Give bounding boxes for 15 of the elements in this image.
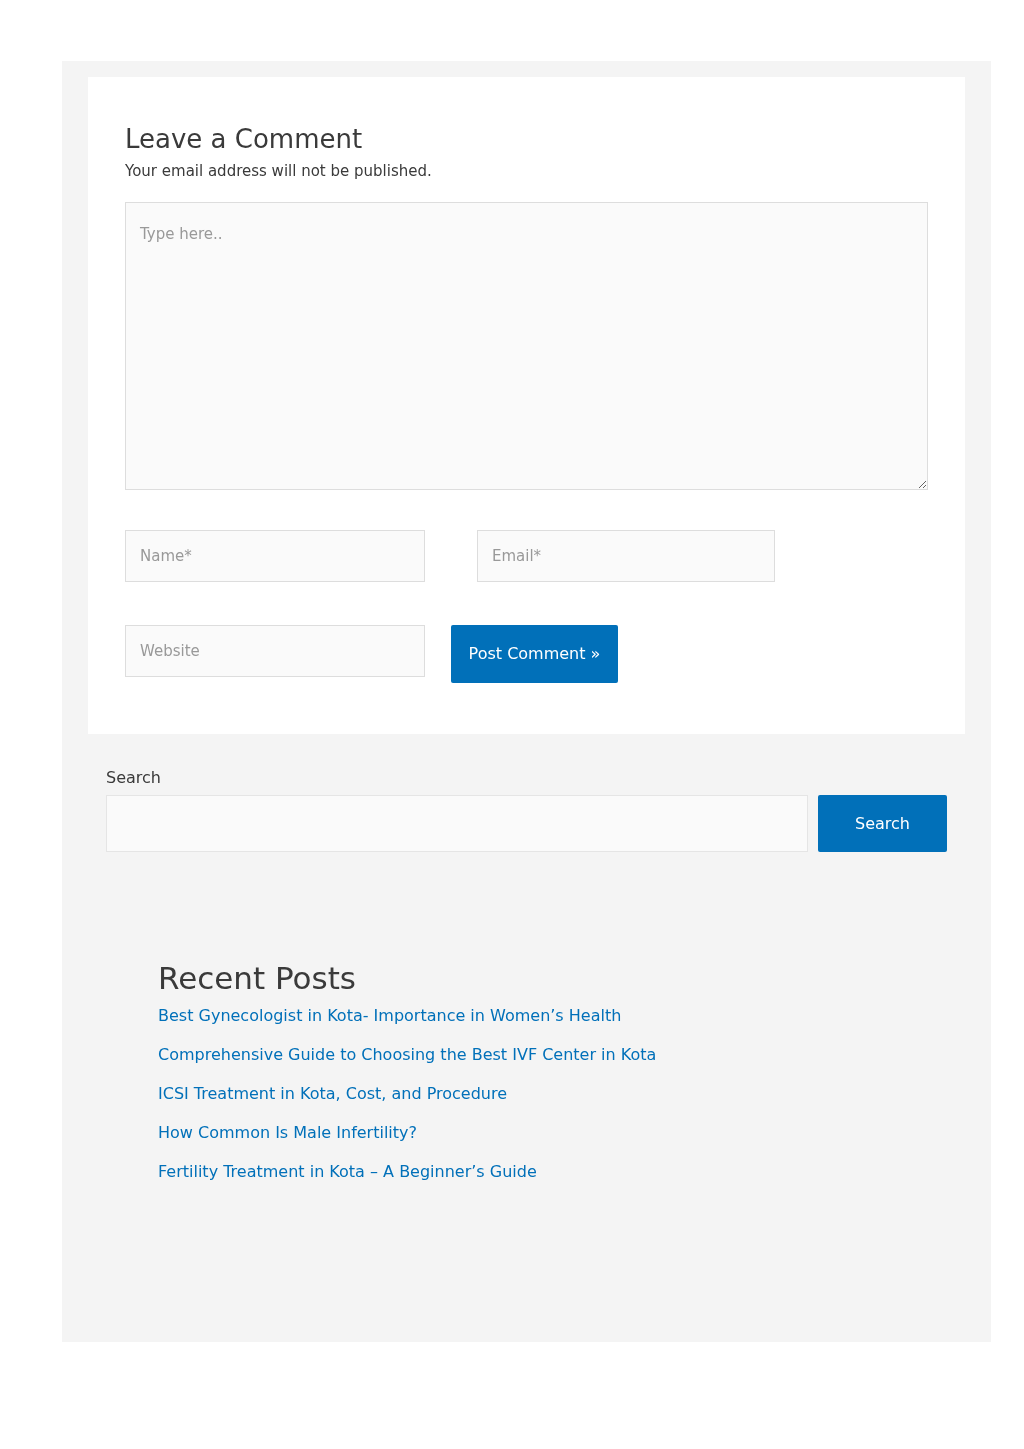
comment-field[interactable]: Type here.. <box>125 202 928 490</box>
comment-heading: Leave a Comment <box>125 123 364 156</box>
recent-posts-heading: Recent Posts <box>158 959 357 998</box>
post-link[interactable]: How Common Is Male Infertility? <box>158 1123 418 1142</box>
search-label: Search <box>106 767 162 789</box>
post-comment-button[interactable]: Post Comment » <box>451 625 618 683</box>
email-field[interactable]: Email* <box>477 530 775 582</box>
post-link[interactable]: Best Gynecologist in Kota- Importance in Women’s Health <box>158 1006 622 1025</box>
privacy-note: Your email address will not be published. <box>125 161 433 182</box>
name-field[interactable]: Name* <box>125 530 425 582</box>
post-link[interactable]: Fertility Treatment in Kota – A Beginner’s Guide <box>158 1162 537 1181</box>
search-button[interactable]: Search <box>818 795 947 852</box>
website-field[interactable]: Website <box>125 625 425 677</box>
post-link[interactable]: Comprehensive Guide to Choosing the Best IVF Center in Kota <box>158 1045 657 1064</box>
post-link[interactable]: ICSI Treatment in Kota, Cost, and Procedure <box>158 1084 508 1103</box>
